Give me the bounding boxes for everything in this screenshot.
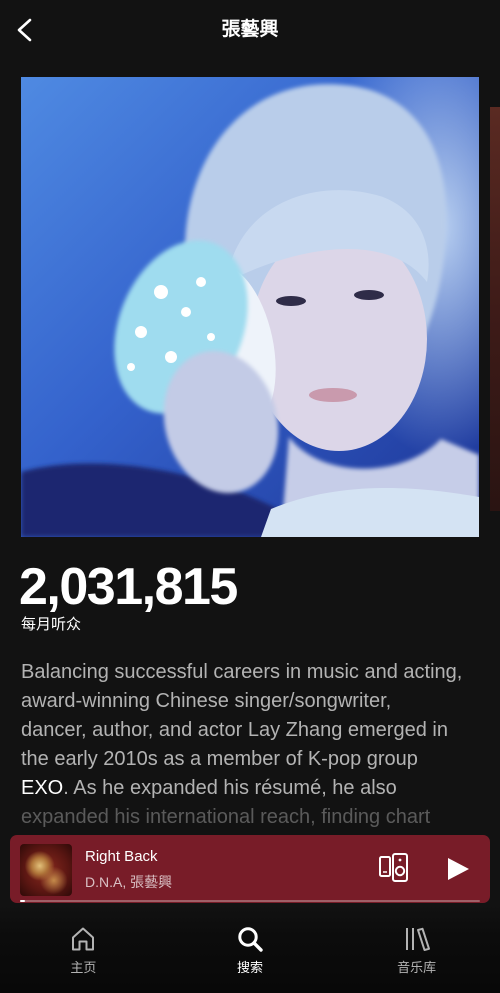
connect-devices-button[interactable] <box>376 852 410 884</box>
playback-progress[interactable] <box>20 900 480 902</box>
progress-fill <box>20 900 25 902</box>
nav-label-library: 音乐库 <box>397 960 437 975</box>
photo-eye-left <box>276 296 306 306</box>
top-bar: 張藝興 <box>0 0 500 62</box>
search-icon <box>238 927 263 952</box>
bio-line-text: . As he expanded his résumé, he also <box>63 777 397 799</box>
bio-line: expanded his international reach, findin… <box>21 806 431 828</box>
artist-bio[interactable]: Balancing successful careers in music an… <box>21 658 486 832</box>
page-title: 張藝興 <box>221 19 279 40</box>
nav-home[interactable]: 主页 <box>0 905 167 993</box>
artist-photo-image <box>21 77 479 537</box>
nav-library[interactable]: 音乐库 <box>333 905 500 993</box>
photo-lips <box>309 388 357 402</box>
nav-label-search: 搜索 <box>237 960 264 975</box>
library-icon <box>405 927 430 951</box>
track-title: Right Back <box>85 848 158 865</box>
bio-artist-link[interactable]: EXO <box>21 777 63 799</box>
track-artist: D.N.A, 張藝興 <box>85 874 173 890</box>
monthly-listeners-label: 每月听众 <box>21 616 82 633</box>
bio-line: EXO. As he expanded his résumé, he also <box>21 774 486 803</box>
home-icon <box>72 927 95 951</box>
artist-photo[interactable] <box>21 77 479 537</box>
mini-player[interactable]: Right Back D.N.A, 張藝興 <box>10 835 490 903</box>
bio-line: Balancing successful careers in music an… <box>21 661 463 683</box>
back-button[interactable] <box>10 14 42 46</box>
play-button[interactable] <box>442 853 474 885</box>
next-photo-preview[interactable] <box>490 107 500 511</box>
photo-eye-right <box>354 290 384 300</box>
bottom-nav: 主页 搜索 音乐库 <box>0 905 500 993</box>
chevron-left-icon <box>17 18 32 42</box>
bio-line: the early 2010s as a member of K-pop gro… <box>21 748 418 770</box>
nav-search[interactable]: 搜索 <box>167 905 334 993</box>
bio-line: award-winning Chinese singer/songwriter, <box>21 690 392 712</box>
album-art <box>20 844 72 896</box>
bio-line: dancer, author, and actor Lay Zhang emer… <box>21 719 448 741</box>
nav-label-home: 主页 <box>70 960 97 975</box>
play-icon <box>448 858 469 880</box>
monthly-listeners-count: 2,031,815 <box>19 558 238 616</box>
devices-icon <box>379 853 408 882</box>
